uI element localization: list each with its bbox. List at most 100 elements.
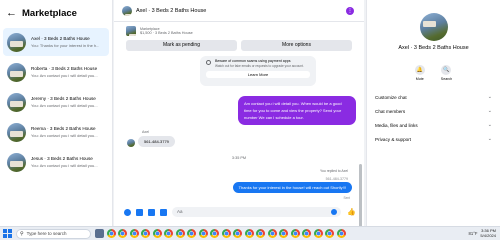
listing-thumbnail[interactable] [126, 26, 136, 36]
conversation-item[interactable]: Reema · 3 Beds 2 Baths House You: Am con… [3, 118, 109, 146]
message-composer: Aa 👍 [114, 204, 364, 220]
camera-icon[interactable] [136, 208, 143, 216]
warning-body: Watch out for fake emails or requests to… [215, 64, 304, 68]
avatar [7, 152, 26, 172]
chrome-icon[interactable] [313, 229, 323, 238]
learn-more-button[interactable]: Learn More [206, 71, 310, 78]
search-icon: ⚲ [20, 230, 24, 237]
more-options-button[interactable]: More options [241, 40, 352, 51]
search-button[interactable]: 🔍 Search [441, 65, 452, 81]
taskbar-search-placeholder: Type here to search [26, 231, 67, 236]
chrome-icon[interactable] [152, 229, 162, 238]
conversation-details: Axel · 3 Beds 2 Baths House 🔔 Mute 🔍 Sea… [366, 0, 500, 226]
taskbar-apps [95, 229, 346, 238]
avatar [7, 92, 26, 112]
message-placeholder: Aa [177, 209, 183, 214]
chrome-icon[interactable] [198, 229, 208, 238]
taskbar-app-icon[interactable] [95, 229, 104, 238]
chat-title[interactable]: Axel · 3 Beds 2 Baths House [136, 8, 206, 14]
message-list: Beware of common scams using payment app… [114, 56, 364, 240]
chevron-down-icon: ⌄ [487, 94, 492, 100]
system-tray: 81°F 3:36 PM 5/4/2024 [469, 228, 496, 238]
chrome-icon[interactable] [336, 229, 346, 238]
conversation-item[interactable]: Jeremy · 3 Beds 2 Baths House You: Am co… [3, 88, 109, 116]
chrome-icon[interactable] [279, 229, 288, 238]
chrome-icon[interactable] [175, 229, 185, 238]
section-media-files-links[interactable]: Media, files and links ⌄ [367, 118, 500, 132]
plus-icon[interactable] [124, 208, 131, 216]
sender-name: Axel [142, 130, 149, 134]
conversation-item[interactable]: Axel · 3 Beds 2 Baths House You: Thanks … [3, 28, 109, 56]
warning-title: Beware of common scams using payment app… [215, 59, 291, 63]
avatar[interactable] [419, 13, 448, 41]
search-label: Search [440, 77, 453, 81]
image-icon[interactable] [148, 208, 155, 216]
outgoing-message: Thanks for your interest in the house! w… [232, 182, 352, 193]
mute-label: Mute [415, 77, 424, 81]
section-customize-chat[interactable]: Customize chat ⌄ [367, 90, 500, 104]
thumbs-up-icon[interactable]: 👍 [347, 209, 356, 216]
taskbar-search[interactable]: ⚲ Type here to search [16, 228, 91, 239]
clock-date: 5/4/2024 [480, 233, 496, 238]
search-icon: 🔍 [441, 65, 452, 75]
avatar [127, 139, 135, 147]
conversation-name: Reema · 3 Beds 2 Baths House [31, 126, 96, 131]
listing-name[interactable]: $1,500 · 3 Beds 2 Baths House [140, 31, 193, 35]
section-label: Chat members [375, 108, 406, 114]
chrome-icon[interactable] [164, 229, 173, 238]
conversation-preview: You: Am contact you i will detail you... [31, 133, 98, 138]
avatar [7, 62, 26, 82]
emoji-icon[interactable] [331, 209, 337, 215]
chrome-icon[interactable] [187, 229, 196, 238]
windows-start-icon[interactable] [3, 229, 12, 238]
chrome-icon[interactable] [129, 229, 139, 238]
chat-panel: Axel · 3 Beds 2 Baths House ⋮ Marketplac… [114, 0, 364, 240]
chrome-icon[interactable] [221, 229, 231, 238]
gif-icon[interactable] [160, 208, 167, 216]
incoming-message: 561-484-3779 [138, 136, 175, 147]
mute-button[interactable]: 🔔 Mute [414, 65, 425, 81]
back-arrow-icon[interactable]: ← [6, 7, 17, 19]
conversation-item[interactable]: Roberta · 3 Beds 2 Baths House You: Am c… [3, 58, 109, 86]
messenger-window: ← Marketplace Axel · 3 Beds 2 Baths Hous… [0, 0, 500, 240]
chrome-icon[interactable] [325, 229, 334, 238]
chrome-icon[interactable] [302, 229, 311, 238]
chrome-icon[interactable] [267, 229, 277, 238]
section-label: Media, files and links [375, 122, 418, 128]
outgoing-message: Am contact you i will detail you. When w… [238, 96, 356, 125]
chat-header: Axel · 3 Beds 2 Baths House ⋮ [114, 0, 364, 22]
conversation-sidebar: ← Marketplace Axel · 3 Beds 2 Baths Hous… [0, 0, 113, 226]
listing-summary: Marketplace $1,500 · 3 Beds 2 Baths Hous… [114, 22, 364, 40]
section-label: Customize chat [375, 94, 407, 100]
chrome-icon[interactable] [233, 229, 242, 238]
chrome-icon[interactable] [106, 229, 116, 238]
chrome-icon[interactable] [210, 229, 219, 238]
details-sections: Customize chat ⌄ Chat members ⌄ Media, f… [367, 90, 500, 146]
info-icon [206, 60, 211, 65]
conversation-preview: You: Am contact you i will detail you... [31, 163, 98, 168]
chrome-icon[interactable] [141, 229, 150, 238]
message-input[interactable]: Aa [172, 207, 341, 217]
section-privacy-support[interactable]: Privacy & support ⌄ [367, 132, 500, 146]
details-actions: 🔔 Mute 🔍 Search [367, 65, 500, 81]
chevron-down-icon: ⌄ [487, 108, 492, 114]
avatar[interactable] [122, 5, 132, 16]
avatar [7, 122, 26, 142]
chevron-down-icon: ⌄ [487, 122, 492, 128]
section-chat-members[interactable]: Chat members ⌄ [367, 104, 500, 118]
clock[interactable]: 3:36 PM 5/4/2024 [480, 228, 496, 238]
avatar [7, 32, 26, 52]
listing-actions: Mark as pending More options [114, 40, 364, 51]
mark-pending-button[interactable]: Mark as pending [126, 40, 237, 51]
chrome-icon[interactable] [244, 229, 254, 238]
chrome-icon[interactable] [290, 229, 300, 238]
conversation-name: Jeremy · 3 Beds 2 Baths House [31, 96, 96, 101]
conversation-name: Jesus · 3 Beds 2 Baths House [31, 156, 93, 161]
conversation-item[interactable]: Jesus · 3 Beds 2 Baths House You: Am con… [3, 148, 109, 176]
sent-status: Sent [343, 196, 350, 200]
info-icon[interactable]: ⋮ [346, 7, 354, 15]
conversation-name: Axel · 3 Beds 2 Baths House [31, 36, 90, 41]
chrome-icon[interactable] [118, 229, 127, 238]
chrome-icon[interactable] [256, 229, 265, 238]
weather-widget[interactable]: 81°F [469, 231, 478, 236]
